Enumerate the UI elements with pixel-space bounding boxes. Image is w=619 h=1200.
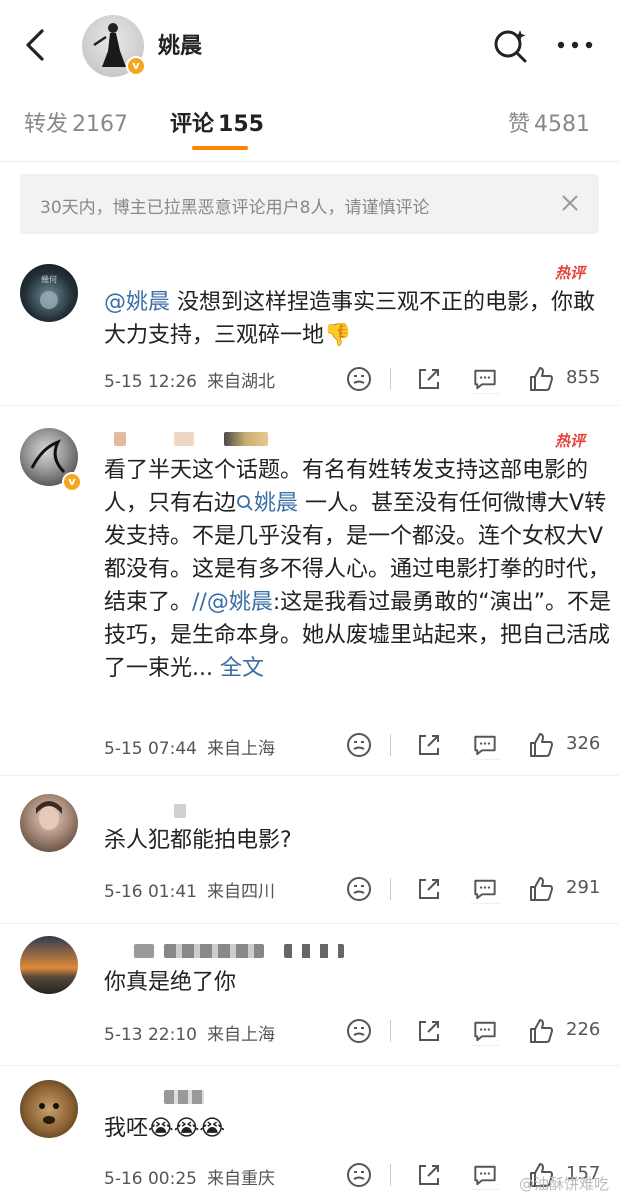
comment-item: 你真是绝了你 5-13 22:10 来自上海 226 bbox=[0, 924, 619, 1066]
emoji-reaction-icon[interactable] bbox=[344, 1160, 374, 1190]
comment-item: v 热评 看了半天这个话题。有名有姓转发支持这部电影的人，只有右边 姚晨 一人。甚… bbox=[0, 406, 619, 776]
watermark: @油酥饼难吃 bbox=[518, 1175, 609, 1193]
share-icon[interactable] bbox=[414, 730, 444, 760]
comment-meta: 5-13 22:10 来自上海 bbox=[104, 1025, 275, 1045]
svg-text:幾何: 幾何 bbox=[41, 274, 57, 284]
share-icon[interactable] bbox=[414, 364, 444, 394]
like-count: 326 bbox=[566, 733, 601, 754]
more-icon[interactable] bbox=[555, 38, 595, 52]
search-topic-link[interactable]: 姚晨 bbox=[236, 491, 298, 516]
verified-badge: v bbox=[62, 472, 82, 492]
hot-comment-badge: 热评 bbox=[554, 264, 588, 282]
share-icon[interactable] bbox=[414, 874, 444, 904]
comment-meta: 5-16 01:41 来自四川 bbox=[104, 882, 275, 902]
comment-actions: 291 bbox=[340, 874, 605, 904]
tab-likes[interactable]: 赞 4581 bbox=[508, 106, 590, 138]
profile-name[interactable]: 姚晨 bbox=[158, 28, 202, 60]
mention-link[interactable]: //@姚晨 bbox=[192, 590, 273, 615]
reply-icon[interactable] bbox=[470, 874, 500, 904]
like-icon[interactable] bbox=[526, 730, 556, 760]
avatar[interactable]: 幾何 bbox=[20, 264, 78, 322]
divider bbox=[390, 368, 391, 390]
like-icon[interactable] bbox=[526, 364, 556, 394]
tab-repost[interactable]: 转发 2167 bbox=[24, 106, 128, 138]
reply-icon[interactable] bbox=[470, 1160, 500, 1190]
comment-actions: 326 bbox=[340, 730, 605, 760]
search-icon bbox=[237, 495, 253, 511]
active-tab-indicator bbox=[192, 146, 248, 150]
notice-text: 30天内，博主已拉黑恶意评论用户8人，请谨慎评论 bbox=[40, 198, 430, 218]
like-icon[interactable] bbox=[526, 1016, 556, 1046]
comment-item: 幾何 热评 @姚晨 没想到这样捏造事实三观不正的电影，你敢大力支持，三观碎一地👎… bbox=[0, 246, 619, 406]
avatar[interactable] bbox=[20, 1080, 78, 1138]
emoji-reaction-icon[interactable] bbox=[344, 364, 374, 394]
reply-icon[interactable] bbox=[470, 364, 500, 394]
share-icon[interactable] bbox=[414, 1016, 444, 1046]
emoji-reaction-icon[interactable] bbox=[344, 1016, 374, 1046]
share-icon[interactable] bbox=[414, 1160, 444, 1190]
divider bbox=[390, 734, 391, 756]
blocked-users-notice: 30天内，博主已拉黑恶意评论用户8人，请谨慎评论 bbox=[20, 174, 599, 234]
like-count: 291 bbox=[566, 877, 601, 898]
svg-text:热评: 热评 bbox=[554, 264, 588, 282]
blurred-username[interactable] bbox=[104, 428, 304, 450]
top-bar: v 姚晨 bbox=[0, 0, 619, 92]
comment-item: 杀人犯都能拍电影? 5-16 01:41 来自四川 291 bbox=[0, 776, 619, 924]
back-arrow-icon[interactable] bbox=[22, 28, 48, 62]
divider bbox=[390, 878, 391, 900]
close-icon[interactable] bbox=[559, 192, 581, 214]
comment-meta: 5-15 12:26 来自湖北 bbox=[104, 372, 275, 392]
like-icon[interactable] bbox=[526, 874, 556, 904]
hot-comment-badge: 热评 bbox=[554, 432, 588, 450]
reply-icon[interactable] bbox=[470, 730, 500, 760]
like-count: 226 bbox=[566, 1019, 601, 1040]
avatar[interactable] bbox=[20, 794, 78, 852]
emoji-reaction-icon[interactable] bbox=[344, 874, 374, 904]
comment-text: 我呸😭😭😭 bbox=[104, 1116, 226, 1141]
comment-actions: 226 bbox=[340, 1016, 605, 1046]
search-icon[interactable] bbox=[490, 26, 530, 66]
divider bbox=[390, 1020, 391, 1042]
divider bbox=[390, 1164, 391, 1186]
comment-text: @姚晨 没想到这样捏造事实三观不正的电影，你敢大力支持，三观碎一地👎 bbox=[104, 290, 596, 348]
blurred-username[interactable] bbox=[104, 1086, 244, 1108]
comment-meta: 5-16 00:25 来自重庆 bbox=[104, 1169, 275, 1189]
comment-actions: 855 bbox=[340, 364, 605, 394]
tab-comments[interactable]: 评论 155 bbox=[170, 106, 264, 138]
comment-text: 看了半天这个话题。有名有姓转发支持这部电影的人，只有右边 姚晨 一人。甚至没有任何… bbox=[104, 458, 612, 681]
comment-meta: 5-15 07:44 来自上海 bbox=[104, 739, 275, 759]
svg-text:热评: 热评 bbox=[554, 432, 588, 450]
mention-link[interactable]: @姚晨 bbox=[104, 290, 170, 315]
comment-text: 杀人犯都能拍电影? bbox=[104, 828, 292, 853]
avatar[interactable] bbox=[20, 936, 78, 994]
tab-bar: 转发 2167 评论 155 赞 4581 bbox=[0, 92, 619, 162]
blurred-username[interactable] bbox=[104, 800, 204, 822]
blurred-username[interactable] bbox=[104, 940, 344, 962]
reply-icon[interactable] bbox=[470, 1016, 500, 1046]
comment-text: 你真是绝了你 bbox=[104, 970, 237, 995]
verified-badge: v bbox=[126, 56, 146, 76]
full-text-link[interactable]: 全文 bbox=[213, 656, 264, 681]
emoji-reaction-icon[interactable] bbox=[344, 730, 374, 760]
like-count: 855 bbox=[566, 367, 601, 388]
